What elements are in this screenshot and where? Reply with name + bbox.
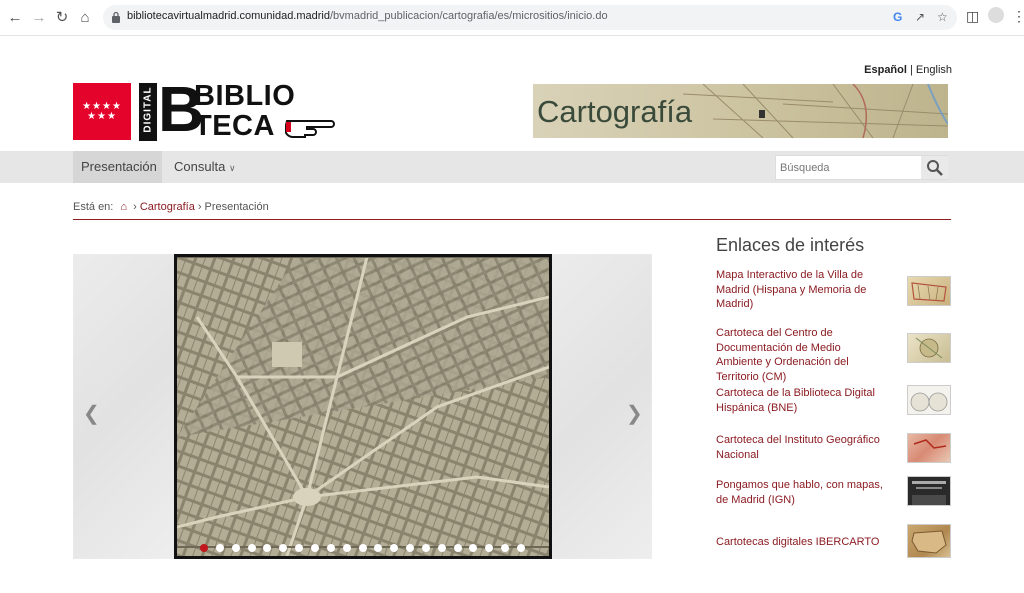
breadcrumb-current: Presentación <box>204 201 269 213</box>
chevron-down-icon: ∨ <box>228 163 236 173</box>
breadcrumb-sep-icon: › <box>133 201 137 213</box>
share-icon[interactable]: ↗ <box>915 10 925 24</box>
nav-presentacion[interactable]: Presentación <box>73 151 162 183</box>
home-icon[interactable]: ⌂ <box>76 9 94 27</box>
browser-toolbar: ← → ↻ ⌂ bibliotecavirtualmadrid.comunida… <box>0 0 1024 36</box>
historic-map-image <box>177 257 549 556</box>
logo-line2: TECA <box>194 110 275 142</box>
carousel-slide-map[interactable] <box>174 254 552 559</box>
comunidad-madrid-logo[interactable]: ★★★★ ★★★ <box>73 83 131 140</box>
carousel-next-icon[interactable]: ❯ <box>626 401 643 426</box>
stars-icon: ★★★★ ★★★ <box>82 101 122 122</box>
nav-consulta-label: Consulta <box>174 159 226 174</box>
map-thumbnail-image <box>911 282 947 302</box>
thumb-cartoteca-bne[interactable] <box>907 385 951 415</box>
carousel-dot[interactable] <box>200 544 208 552</box>
thumb-cartoteca-ign[interactable] <box>907 433 951 463</box>
google-icon[interactable]: G <box>893 10 902 24</box>
carousel-prev-icon[interactable]: ❮ <box>83 401 100 426</box>
link-pongamos-que-hablo[interactable]: Pongamos que hablo, con mapas, de Madrid… <box>716 478 886 507</box>
logo-line1: BIBLIO <box>194 80 296 112</box>
search-icon <box>927 160 943 176</box>
world-map-thumbnail-image <box>910 392 948 412</box>
breadcrumb: Está en: ⌂ › Cartografía › Presentación <box>73 201 269 213</box>
thumb-pongamos-que-hablo[interactable] <box>907 476 951 506</box>
map-thumbnail-image <box>913 439 947 449</box>
carousel-dot[interactable] <box>215 544 224 552</box>
breadcrumb-sep-icon: › <box>197 201 202 213</box>
banner-title: Cartografía <box>537 94 693 129</box>
bookmark-star-icon[interactable]: ☆ <box>937 10 948 24</box>
reload-icon[interactable]: ↻ <box>53 9 71 27</box>
carousel-dot[interactable] <box>421 544 430 552</box>
sidebar-icon[interactable]: ◫ <box>966 8 979 25</box>
search-box <box>775 155 948 180</box>
back-icon[interactable]: ← <box>6 9 24 27</box>
carousel-dot[interactable] <box>310 544 319 552</box>
logo-digital-bar: DIGITAL <box>139 83 157 141</box>
pointing-hand-icon <box>285 120 335 138</box>
links-title: Enlaces de interés <box>716 235 865 255</box>
link-cartoteca-bne[interactable]: Cartoteca de la Biblioteca Digital Hispá… <box>716 386 886 415</box>
carousel-dot[interactable] <box>437 544 446 552</box>
carousel-dot[interactable] <box>358 544 367 552</box>
thumb-mapa-interactivo[interactable] <box>907 276 951 306</box>
carousel-dot[interactable] <box>342 544 351 552</box>
carousel-dot[interactable] <box>406 544 415 552</box>
nav-consulta[interactable]: Consulta ∨ <box>166 151 244 183</box>
search-input[interactable] <box>776 156 920 179</box>
profile-avatar[interactable] <box>988 7 1004 23</box>
breadcrumb-divider <box>73 219 951 220</box>
carousel-dot[interactable] <box>247 544 256 552</box>
home-icon[interactable]: ⌂ <box>120 201 127 213</box>
language-switcher: Español | English <box>864 64 952 76</box>
map-thumbnail-image <box>915 337 943 359</box>
lang-es[interactable]: Español <box>864 64 907 76</box>
url-text: bibliotecavirtualmadrid.comunidad.madrid… <box>127 10 608 22</box>
biblioteca-digital-logo[interactable]: DIGITAL B BIBLIO TECA <box>139 77 339 143</box>
lock-icon <box>112 11 120 23</box>
breadcrumb-prefix: Está en: <box>73 201 114 213</box>
iberia-map-thumbnail-image <box>911 530 947 554</box>
carousel-dot[interactable] <box>231 544 240 552</box>
lang-en[interactable]: English <box>916 64 952 76</box>
lang-separator: | <box>910 64 913 76</box>
link-mapa-interactivo[interactable]: Mapa Interactivo de la Villa de Madrid (… <box>716 268 886 312</box>
forward-icon[interactable]: → <box>30 9 48 27</box>
carousel-dot[interactable] <box>517 544 525 552</box>
search-button[interactable] <box>921 156 948 179</box>
carousel-dot[interactable] <box>453 544 462 552</box>
cartografia-banner: Cartografía <box>533 84 948 138</box>
link-ibercarto[interactable]: Cartotecas digitales IBERCARTO <box>716 535 886 550</box>
thumb-ibercarto[interactable] <box>907 524 951 558</box>
book-cover-thumbnail-image <box>912 481 946 505</box>
breadcrumb-cartografia[interactable]: Cartografía <box>140 201 195 213</box>
link-cartoteca-ign[interactable]: Cartoteca del Instituto Geográfico Nacio… <box>716 433 886 462</box>
image-carousel: ❮ ❯ <box>73 254 652 559</box>
address-bar[interactable]: bibliotecavirtualmadrid.comunidad.madrid… <box>103 5 957 30</box>
thumb-cartoteca-cm[interactable] <box>907 333 951 363</box>
link-cartoteca-cm[interactable]: Cartoteca del Centro de Documentación de… <box>716 326 886 384</box>
menu-icon[interactable]: ⋮ <box>1012 8 1024 25</box>
carousel-dot[interactable] <box>326 544 335 552</box>
logo-digital-text: DIGITAL <box>142 86 154 133</box>
